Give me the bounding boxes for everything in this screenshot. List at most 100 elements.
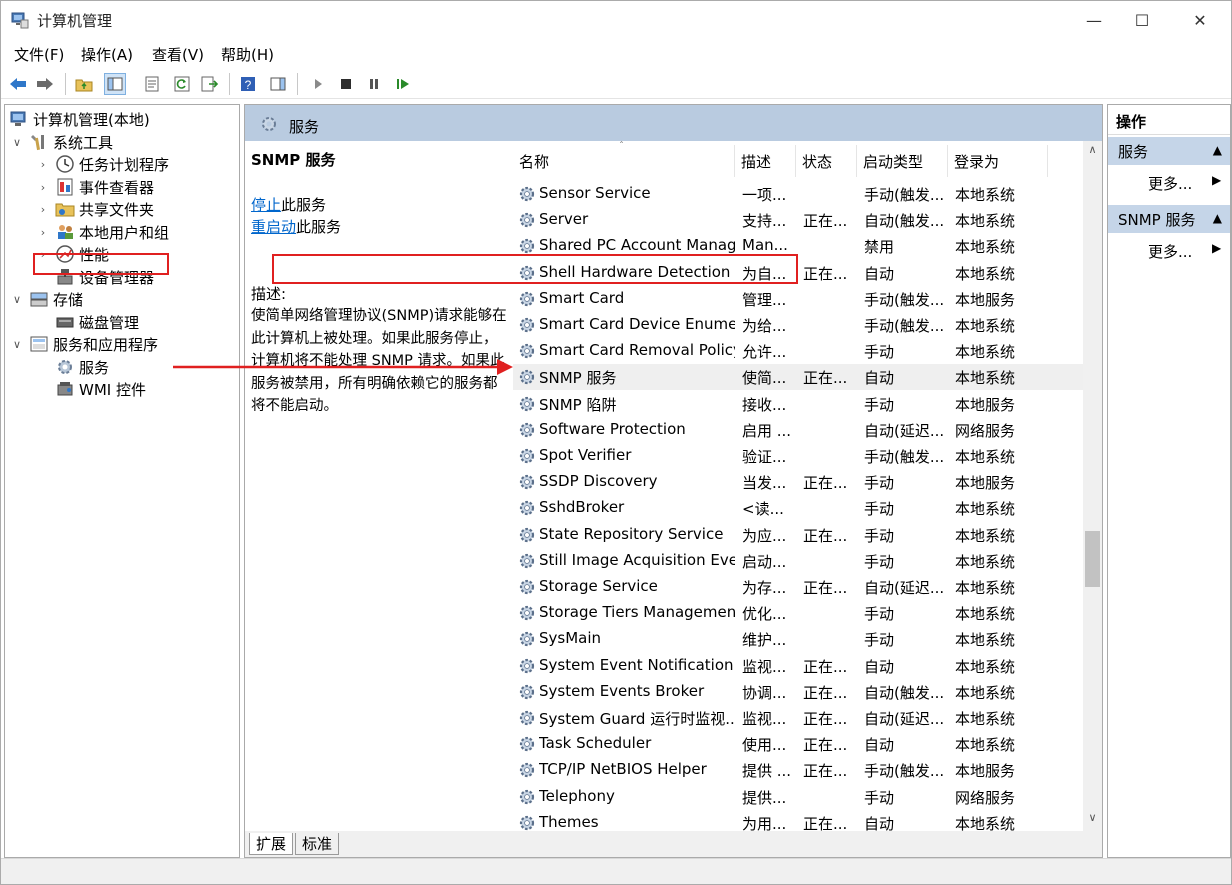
up-folder-icon[interactable] [73,73,95,95]
cell-name: System Events Broker [539,681,705,700]
cell-logon-as: 本地服务 [955,290,1016,309]
scroll-down-icon[interactable]: ∨ [1083,811,1102,829]
forward-arrow-icon[interactable] [34,73,56,95]
service-gear-icon [519,396,535,411]
scroll-up-icon[interactable]: ∧ [1083,143,1102,161]
tree-item-storage[interactable]: ∨ 存储 [11,288,83,310]
cell-name: Storage Tiers Management [539,603,735,622]
maximize-button[interactable]: ☐ [1119,1,1165,39]
tree-label: 存储 [53,290,84,309]
start-service-icon[interactable] [307,73,329,95]
submenu-arrow-icon: ▶ [1212,241,1222,255]
service-row[interactable]: Still Image Acquisition Eve... 启动... 手动 本地系… [513,548,1083,574]
service-description: 使简单网络管理协议(SNMP)请求能够在此计算机上被处理。如果此服务停止，计算机… [251,308,507,414]
help-icon[interactable]: ? [237,73,259,95]
export-list-icon[interactable] [199,73,221,95]
cell-description: 管理... [742,290,787,309]
tree-item-disk-management[interactable]: 磁盘管理 [55,311,139,333]
actions-group-snmp[interactable]: SNMP 服务 ▲ [1108,205,1230,233]
tree-label: 共享文件夹 [79,200,155,219]
tree-item-system-tools[interactable]: ∨ 系统工具 [11,131,113,153]
service-row[interactable]: SSDP Discovery 当发... 正在... 手动 本地服务 [513,469,1083,495]
tree-item-event-viewer[interactable]: › 事件查看器 [37,176,154,198]
show-hide-tree-icon[interactable] [104,73,126,95]
column-header-description[interactable]: 描述 [735,145,796,177]
cell-startup-type: 手动 [864,526,895,545]
collapse-triangle-icon[interactable]: ▲ [1213,143,1222,157]
refresh-icon[interactable] [171,73,193,95]
column-header-logon-as[interactable]: 登录为 [948,145,1048,177]
stop-service-link[interactable]: 停止 [251,196,281,214]
tab-standard[interactable]: 标准 [295,833,340,855]
scroll-thumb[interactable] [1085,531,1100,587]
menu-help[interactable]: 帮助(H) [221,44,274,65]
tab-extended[interactable]: 扩展 [249,833,294,855]
column-header-startup-type[interactable]: 启动类型 [857,145,948,177]
action-pane-icon[interactable] [267,73,289,95]
service-row[interactable]: Telephony 提供... 手动 网络服务 [513,784,1083,810]
service-row[interactable]: Task Scheduler 使用... 正在... 自动 本地系统 [513,731,1083,757]
service-row[interactable]: SshdBroker <读... 手动 本地系统 [513,495,1083,521]
service-row[interactable]: SNMP 陷阱 接收... 手动 本地服务 [513,391,1083,417]
service-row[interactable]: SNMP 服务 使简... 正在... 自动 本地系统 [513,364,1083,391]
cell-logon-as: 本地系统 [955,683,1016,702]
vertical-scrollbar[interactable]: ∧ ∨ [1083,141,1102,831]
expand-chevron-icon[interactable]: ∨ [11,338,23,351]
restart-service-icon[interactable] [393,73,415,95]
expand-chevron-icon[interactable]: › [37,181,49,194]
service-row[interactable]: Server 支持... 正在... 自动(触发... 本地系统 [513,207,1083,233]
column-header-name[interactable]: 名称 [513,145,735,177]
service-row[interactable]: Smart Card Device Enumer... 为给... 手动(触发...… [513,312,1083,338]
service-row[interactable]: Storage Tiers Management 优化... 手动 本地系统 [513,600,1083,626]
more-actions-services[interactable]: 更多... ▶ [1148,173,1221,194]
column-header-status[interactable]: 状态 [796,145,857,177]
service-row[interactable]: Smart Card 管理... 手动(触发... 本地服务 [513,286,1083,312]
expand-chevron-icon[interactable]: ∨ [11,293,23,306]
expand-chevron-icon[interactable]: › [37,226,49,239]
restart-service-link[interactable]: 重启动 [251,218,296,236]
service-row[interactable]: TCP/IP NetBIOS Helper 提供 ... 正在... 手动(触发...… [513,757,1083,783]
service-row[interactable]: SysMain 维护... 手动 本地系统 [513,626,1083,652]
menu-action[interactable]: 操作(A) [81,44,133,65]
tree-item-local-users[interactable]: › 本地用户和组 [37,221,169,243]
service-row[interactable]: Software Protection 启用 ... 自动(延迟... 网络服务 [513,417,1083,443]
service-row[interactable]: Storage Service 为存... 正在... 自动(延迟... 本地系统 [513,574,1083,600]
tree-item-task-scheduler[interactable]: › 任务计划程序 [37,153,169,175]
stop-link-suffix: 此服务 [281,195,327,214]
menu-view[interactable]: 查看(V) [152,44,204,65]
close-button[interactable]: ✕ [1177,1,1223,39]
annotation-box-snmp-row [272,254,798,284]
tree-item-services[interactable]: 服务 [55,356,109,378]
tree-item-wmi[interactable]: WMI 控件 [55,378,146,400]
actions-group-services[interactable]: 服务 ▲ [1108,137,1230,165]
cell-name: System Event Notification ... [539,655,735,674]
expand-chevron-icon[interactable]: ∨ [11,136,23,149]
back-arrow-icon[interactable] [7,73,29,95]
service-row[interactable]: Sensor Service 一项... 手动(触发... 本地系统 [513,181,1083,207]
service-row[interactable]: Themes 为用... 正在... 自动 本地系统 [513,810,1083,831]
cell-status: 正在... [803,526,848,545]
stop-service-icon[interactable] [335,73,357,95]
more-actions-snmp[interactable]: 更多... ▶ [1148,241,1221,262]
tree-item-root[interactable]: 计算机管理(本地) [9,108,150,130]
cell-startup-type: 自动 [864,814,895,831]
minimize-button[interactable]: — [1071,1,1117,39]
service-row[interactable]: Spot Verifier 验证... 手动(触发... 本地系统 [513,443,1083,469]
service-row[interactable]: System Guard 运行时监视... 监视... 正在... 自动(延迟... 本… [513,705,1083,731]
expand-chevron-icon[interactable]: › [37,158,49,171]
service-row[interactable]: System Event Notification ... 监视... 正在... 自… [513,653,1083,679]
service-gear-icon [519,317,535,333]
service-row[interactable]: Smart Card Removal Policy 允许... 手动 本地系统 [513,338,1083,364]
menu-file[interactable]: 文件(F) [14,44,64,65]
expand-chevron-icon[interactable]: › [37,203,49,216]
tree-item-services-apps[interactable]: ∨ 服务和应用程序 [11,333,158,355]
service-row[interactable]: State Repository Service 为应... 正在... 手动 本地系统 [513,522,1083,548]
properties-icon[interactable] [141,73,163,95]
service-row[interactable]: System Events Broker 协调... 正在... 自动(触发... 本地… [513,679,1083,705]
cell-logon-as: 网络服务 [955,421,1016,440]
cell-description: 协调... [742,683,787,702]
pause-service-icon[interactable] [363,73,385,95]
cell-name: Software Protection [539,419,686,438]
tree-item-shared-folders[interactable]: › 共享文件夹 [37,198,154,220]
collapse-triangle-icon[interactable]: ▲ [1213,211,1222,225]
